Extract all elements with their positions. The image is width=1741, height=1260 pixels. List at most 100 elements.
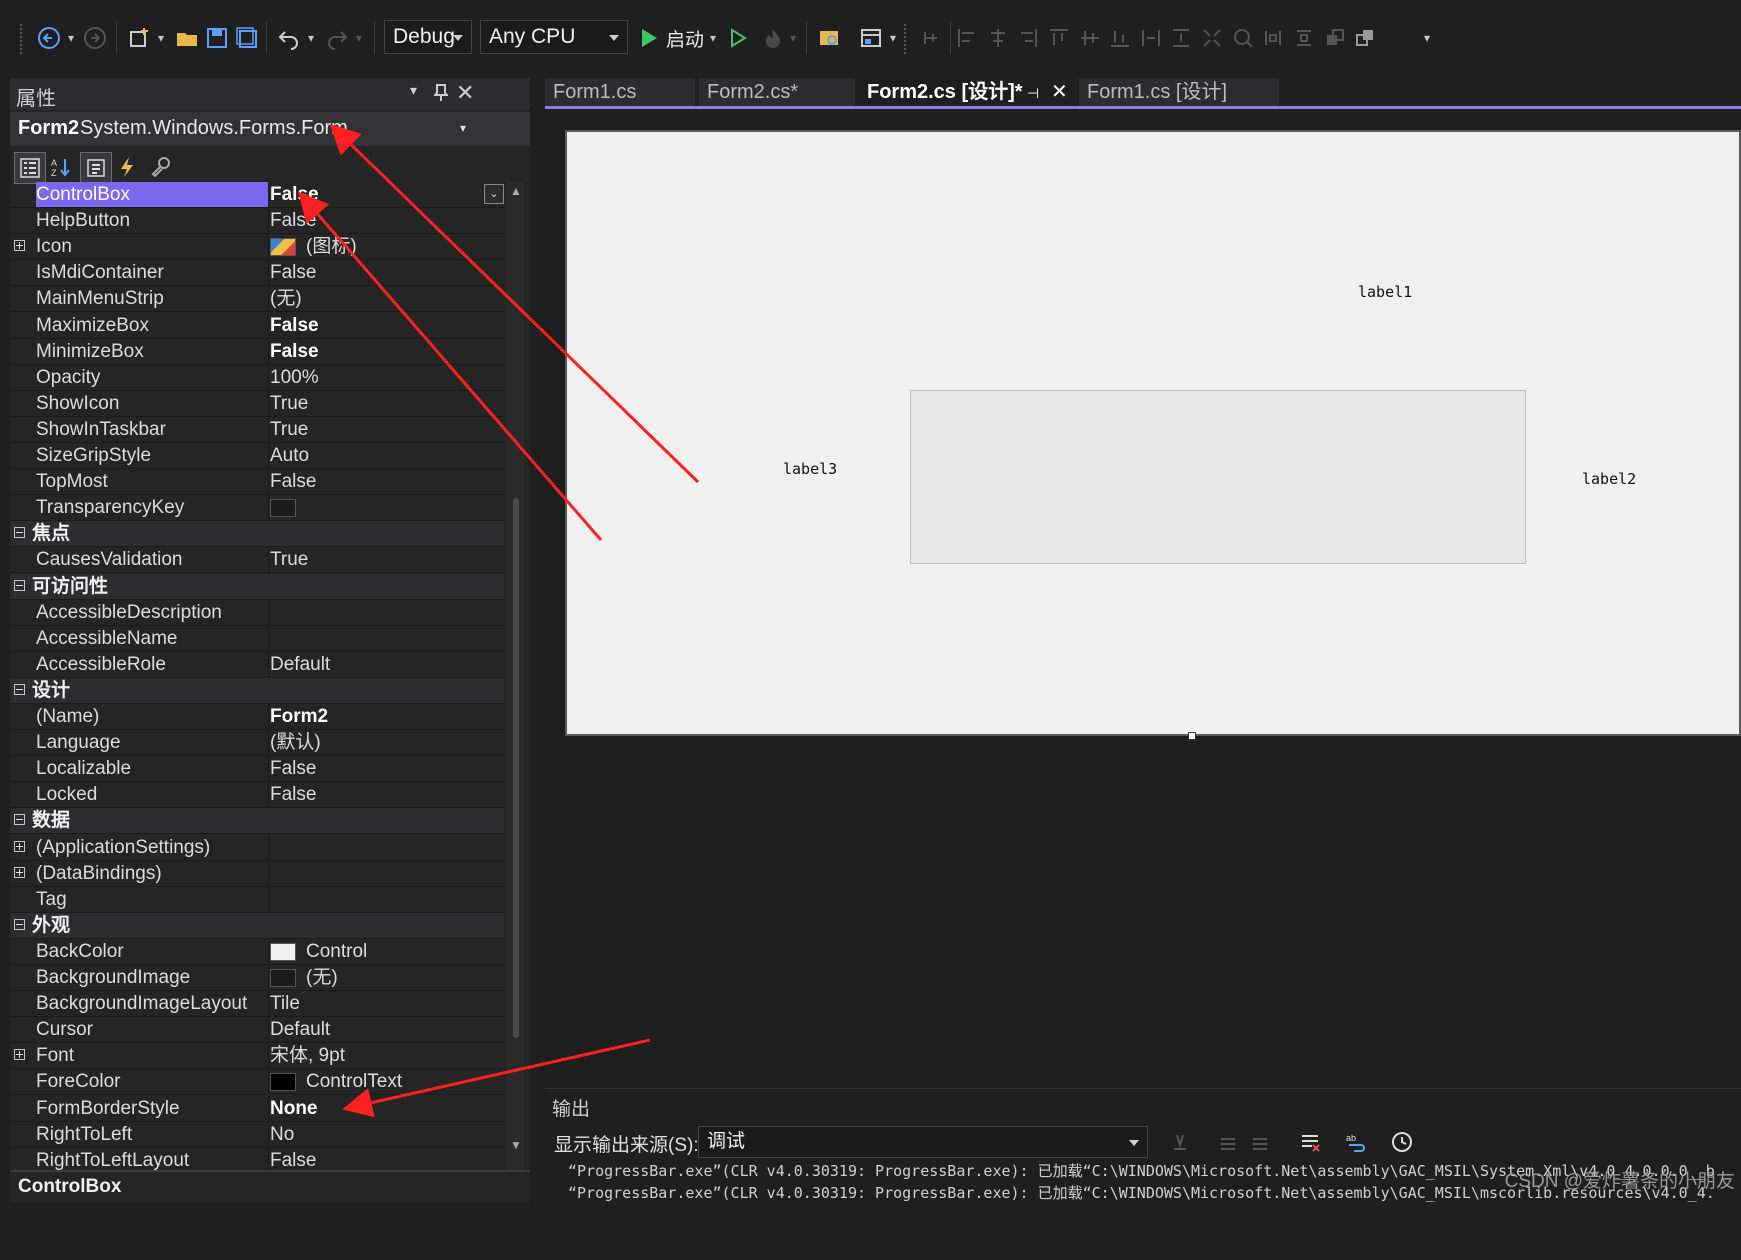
align-top-icon[interactable] (1048, 27, 1070, 49)
undo-dropdown-icon[interactable]: ▾ (304, 20, 318, 56)
property-pages-icon[interactable] (146, 152, 176, 182)
column-divider[interactable] (268, 495, 269, 522)
output-source-select[interactable]: 调试 (698, 1126, 1148, 1158)
column-divider[interactable] (268, 338, 269, 365)
layout-dropdown-icon[interactable]: ▾ (886, 20, 900, 56)
column-divider[interactable] (268, 547, 269, 574)
collapse-icon[interactable] (14, 527, 25, 539)
property-value[interactable]: False (270, 782, 504, 808)
collapse-icon[interactable] (14, 683, 25, 695)
property-value[interactable]: False (270, 208, 504, 234)
column-divider[interactable] (268, 730, 269, 757)
make-same-height-icon[interactable] (1170, 27, 1192, 49)
find-in-output-icon[interactable] (1166, 1128, 1194, 1156)
property-value[interactable]: No (270, 1122, 504, 1148)
scroll-up-icon[interactable]: ▲ (510, 184, 522, 198)
toolbar-grip[interactable] (20, 24, 26, 54)
column-divider[interactable] (268, 364, 269, 391)
property-row[interactable]: (Name) Form2 (10, 704, 504, 730)
align-middle-icon[interactable] (1079, 27, 1101, 49)
hot-reload-icon[interactable] (758, 20, 788, 56)
zoom-icon[interactable] (1232, 27, 1254, 49)
property-value[interactable] (270, 600, 504, 626)
column-divider[interactable] (268, 938, 269, 965)
undo-icon[interactable] (274, 20, 304, 56)
column-divider[interactable] (268, 886, 269, 913)
align-left-icon[interactable] (956, 27, 978, 49)
property-value[interactable]: Tile (270, 991, 504, 1017)
column-divider[interactable] (268, 260, 269, 287)
property-value[interactable]: Default (270, 652, 504, 678)
property-row[interactable]: BackgroundImageLayout Tile (10, 991, 504, 1018)
tab-form1-cs[interactable]: Form1.cs (545, 78, 695, 106)
categorized-icon[interactable] (14, 152, 46, 184)
back-dropdown-icon[interactable]: ▾ (64, 20, 78, 56)
column-divider[interactable] (268, 390, 269, 417)
property-value[interactable]: 宋体, 9pt (270, 1043, 504, 1069)
column-divider[interactable] (268, 756, 269, 783)
property-row[interactable]: Opacity 100% (10, 364, 504, 391)
property-value[interactable]: ControlText (270, 1069, 504, 1095)
property-value[interactable]: Form2 (270, 704, 504, 730)
new-dropdown-icon[interactable]: ▾ (154, 20, 168, 56)
tab-form2-design[interactable]: Form2.cs [设计]* ⊣ ✕ (859, 78, 1075, 106)
property-row[interactable]: MainMenuStrip (无) (10, 286, 504, 313)
scroll-down-icon[interactable]: ▼ (510, 1138, 522, 1152)
column-divider[interactable] (268, 860, 269, 887)
column-divider[interactable] (268, 782, 269, 809)
property-row[interactable]: Cursor Default (10, 1017, 504, 1044)
column-divider[interactable] (268, 234, 269, 261)
property-value[interactable]: Auto (270, 443, 504, 469)
start-dropdown-icon[interactable]: ▾ (706, 20, 720, 56)
prev-message-icon[interactable] (1214, 1128, 1242, 1156)
property-value[interactable]: Default (270, 1017, 504, 1043)
property-row[interactable]: AccessibleName (10, 625, 504, 652)
property-row[interactable]: ShowIcon True (10, 390, 504, 417)
start-without-debug-icon[interactable] (726, 20, 750, 56)
property-value[interactable]: True (270, 547, 504, 573)
property-value[interactable]: (无) (270, 965, 504, 991)
open-folder-icon[interactable] (172, 20, 202, 56)
panel-menu-icon[interactable]: ▾ (410, 82, 417, 99)
collapse-icon[interactable] (14, 918, 25, 930)
form-layout-icon[interactable] (856, 20, 886, 56)
column-divider[interactable] (268, 1043, 269, 1070)
property-value[interactable]: False (270, 313, 504, 339)
property-value[interactable]: True (270, 391, 504, 417)
column-divider[interactable] (268, 651, 269, 678)
property-category[interactable]: 外观 (10, 912, 504, 939)
property-row[interactable]: Language (默认) (10, 730, 504, 757)
column-divider[interactable] (268, 1121, 269, 1148)
property-row[interactable]: MinimizeBox False (10, 338, 504, 365)
events-icon[interactable] (112, 152, 142, 182)
column-divider[interactable] (268, 1017, 269, 1044)
property-value[interactable]: False (270, 182, 504, 208)
property-value[interactable]: False (270, 339, 504, 365)
property-row[interactable]: FormBorderStyle None (10, 1095, 504, 1122)
column-divider[interactable] (268, 1069, 269, 1096)
property-row[interactable]: IsMdiContainer False (10, 260, 504, 287)
object-selector[interactable]: Form2 System.Windows.Forms.Form ▾ (10, 112, 530, 146)
align-grid-icon[interactable] (918, 20, 944, 56)
close-icon[interactable]: ✕ (456, 80, 474, 106)
save-all-icon[interactable] (232, 20, 262, 56)
property-row[interactable]: ShowInTaskbar True (10, 416, 504, 443)
expand-icon[interactable] (14, 866, 25, 878)
property-row[interactable]: ForeColor ControlText (10, 1069, 504, 1096)
property-row[interactable]: CausesValidation True (10, 547, 504, 574)
property-value[interactable] (270, 626, 504, 652)
property-row[interactable]: TransparencyKey (10, 495, 504, 522)
label2[interactable]: label2 (1582, 470, 1636, 488)
column-divider[interactable] (268, 991, 269, 1018)
property-row[interactable]: SizeGripStyle Auto (10, 443, 504, 469)
label3[interactable]: label3 (783, 460, 837, 478)
scrollbar-thumb[interactable] (513, 498, 519, 1038)
property-row[interactable]: Font 宋体, 9pt (10, 1043, 504, 1070)
tab-form2-cs[interactable]: Form2.cs* (699, 78, 855, 106)
next-message-icon[interactable] (1246, 1128, 1274, 1156)
back-icon[interactable] (34, 20, 64, 56)
expand-icon[interactable] (14, 840, 25, 852)
property-value[interactable]: None (270, 1096, 504, 1122)
property-value[interactable]: 100% (270, 365, 504, 391)
property-category[interactable]: 设计 (10, 677, 504, 704)
